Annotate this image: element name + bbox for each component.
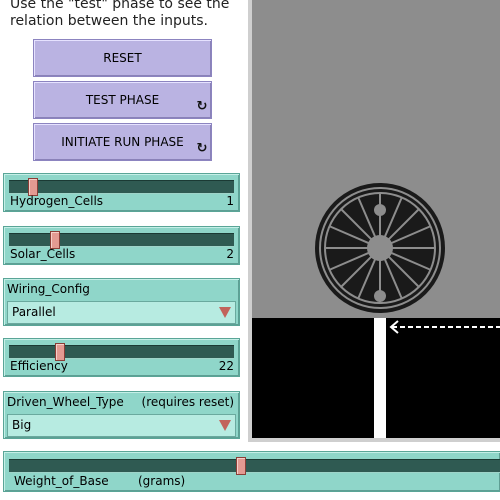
direction-arrow-icon bbox=[389, 320, 500, 334]
drive-wheel-icon bbox=[315, 183, 445, 313]
view-overlay bbox=[315, 183, 500, 334]
